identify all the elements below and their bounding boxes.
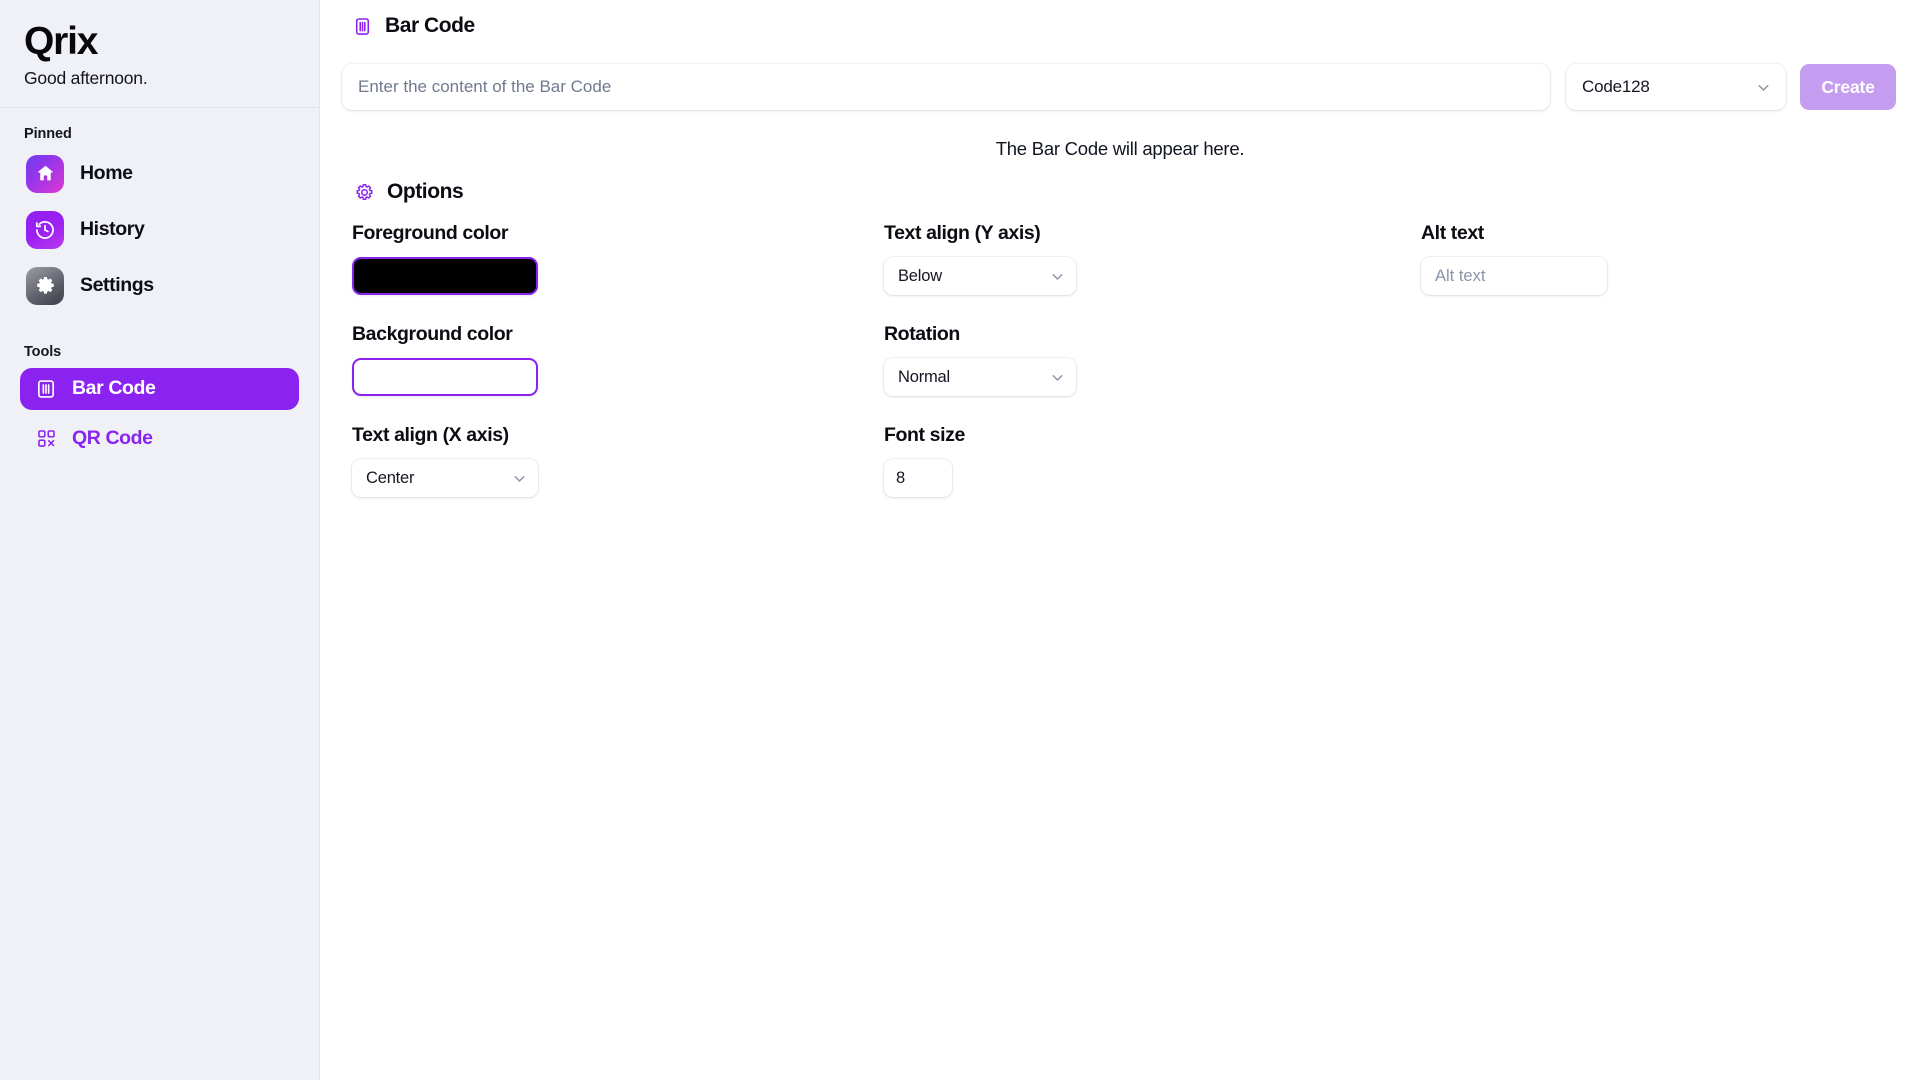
background-color-label: Background color <box>352 323 513 345</box>
alt-text-label: Alt text <box>1421 222 1484 244</box>
home-icon <box>26 154 64 193</box>
rotation-select[interactable]: Normal <box>884 358 1076 396</box>
alt-text-field: Alt text <box>1421 222 1896 295</box>
options-title: Options <box>387 180 464 203</box>
sidebar-item-bar-code[interactable]: Bar Code <box>20 367 299 410</box>
barcode-input-row: Code128 Create <box>330 64 1908 110</box>
rotation-value: Normal <box>898 367 950 386</box>
text-align-x-select[interactable]: Center <box>352 459 538 497</box>
text-align-x-field: Text align (X axis) Center <box>352 424 884 497</box>
sidebar: Qrix Good afternoon. Pinned Home History… <box>0 0 320 1080</box>
chevron-down-icon <box>1052 273 1063 280</box>
barcode-icon <box>350 14 374 38</box>
sidebar-item-label-settings: Settings <box>80 274 154 297</box>
chevron-down-icon <box>514 475 525 482</box>
text-align-y-value: Below <box>898 266 942 285</box>
main-content: Bar Code Code128 Create The Bar Code wil… <box>320 0 1920 1080</box>
barcode-type-value: Code128 <box>1582 77 1650 96</box>
app-title: Qrix <box>24 20 98 63</box>
gear-icon <box>352 180 376 204</box>
sidebar-item-qr-code[interactable]: QR Code <box>20 418 299 460</box>
sidebar-item-label-qr-code: QR Code <box>72 427 153 450</box>
options-column-2: Text align (Y axis) Below Rotation Norma… <box>884 222 1421 525</box>
alt-text-input[interactable] <box>1421 257 1607 295</box>
text-align-y-field: Text align (Y axis) Below <box>884 222 1421 295</box>
sidebar-item-settings[interactable]: Settings <box>20 262 299 310</box>
tools-heading: Tools <box>24 343 62 360</box>
text-align-y-label: Text align (Y axis) <box>884 222 1041 244</box>
preview-placeholder-text: The Bar Code will appear here. <box>995 138 1245 159</box>
qrcode-icon <box>34 427 58 451</box>
background-color-swatch[interactable] <box>352 358 538 396</box>
chevron-down-icon <box>1052 374 1063 381</box>
options-column-3: Alt text <box>1421 222 1896 525</box>
background-color-field: Background color <box>352 323 884 396</box>
page-header: Bar Code <box>340 0 1920 38</box>
tools-section: Tools Bar Code QR Code <box>0 326 319 460</box>
rotation-field: Rotation Normal <box>884 323 1421 396</box>
create-button[interactable]: Create <box>1800 64 1896 110</box>
sidebar-item-home[interactable]: Home <box>20 150 299 198</box>
pinned-heading: Pinned <box>24 125 72 142</box>
sidebar-item-history[interactable]: History <box>20 206 299 254</box>
font-size-label: Font size <box>884 424 965 446</box>
pinned-list: Home History Settings <box>20 150 299 310</box>
font-size-input[interactable] <box>884 459 952 497</box>
barcode-icon <box>34 377 58 401</box>
options-grid: Foreground color Background color Text a… <box>352 222 1920 525</box>
options-header: Options <box>352 180 1920 204</box>
options-column-1: Foreground color Background color Text a… <box>352 222 884 525</box>
foreground-color-field: Foreground color <box>352 222 884 295</box>
page-title: Bar Code <box>385 14 475 37</box>
text-align-x-label: Text align (X axis) <box>352 424 509 446</box>
sidebar-item-label-home: Home <box>80 162 133 185</box>
foreground-color-label: Foreground color <box>352 222 509 244</box>
text-align-y-select[interactable]: Below <box>884 257 1076 295</box>
pinned-section: Pinned Home History Settings <box>0 108 319 310</box>
text-align-x-value: Center <box>366 468 415 487</box>
app-root: Qrix Good afternoon. Pinned Home History… <box>0 0 1920 1080</box>
rotation-label: Rotation <box>884 323 960 345</box>
chevron-down-icon <box>1758 84 1769 91</box>
history-clock-icon <box>26 210 64 249</box>
barcode-content-input[interactable] <box>342 64 1550 110</box>
font-size-field: Font size <box>884 424 1421 497</box>
tools-list: Bar Code QR Code <box>20 367 299 460</box>
sidebar-item-label-history: History <box>80 218 145 241</box>
greeting-text: Good afternoon. <box>24 67 148 88</box>
sidebar-item-label-bar-code: Bar Code <box>72 377 156 400</box>
gear-icon <box>26 266 64 305</box>
brand-block: Qrix Good afternoon. <box>0 0 319 108</box>
barcode-type-select[interactable]: Code128 <box>1566 64 1786 110</box>
foreground-color-swatch[interactable] <box>352 257 538 295</box>
